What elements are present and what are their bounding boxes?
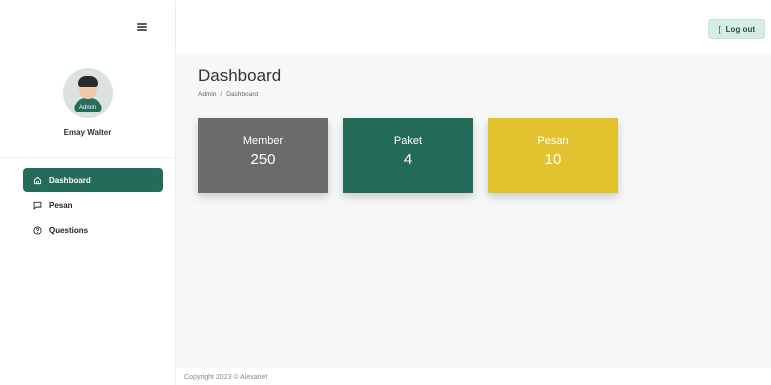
message-icon bbox=[32, 200, 42, 210]
card-label: Member bbox=[242, 135, 284, 147]
avatar[interactable]: Admin bbox=[62, 68, 113, 118]
page-title: Dashboard bbox=[198, 66, 282, 85]
member-stat-card[interactable]: Member 250 bbox=[198, 118, 328, 193]
sidebar-header bbox=[0, 0, 175, 54]
copyright-text: Copyright 2023 © Alexanet bbox=[184, 374, 268, 381]
breadcrumb-current: Dashboard bbox=[226, 91, 259, 98]
card-value: 10 bbox=[544, 151, 562, 168]
topbar: [ Log out bbox=[176, 0, 771, 54]
card-value: 4 bbox=[403, 151, 413, 168]
main-content: Dashboard Admin / Dashboard Member 250 Pak… bbox=[176, 54, 771, 368]
sidebar-nav: Dashboard Pesan Questions bbox=[0, 158, 175, 242]
footer: Copyright 2023 © Alexanet bbox=[176, 368, 771, 385]
card-label: Pesan bbox=[537, 135, 569, 147]
role-badge: Admin bbox=[73, 104, 102, 112]
home-icon bbox=[32, 175, 42, 185]
paket-stat-card[interactable]: Paket 4 bbox=[343, 118, 473, 193]
breadcrumb-separator: / bbox=[220, 91, 223, 98]
sidebar-item-dashboard[interactable]: Dashboard bbox=[23, 168, 163, 192]
sidebar-item-pesan[interactable]: Pesan bbox=[23, 193, 163, 217]
breadcrumb-admin[interactable]: Admin bbox=[198, 91, 216, 98]
sidebar: Admin Emay Walter Dashboard Pesan Questi… bbox=[0, 0, 176, 385]
logout-icon: [ bbox=[718, 24, 721, 34]
hamburger-icon[interactable] bbox=[137, 23, 147, 31]
sidebar-item-questions[interactable]: Questions bbox=[23, 218, 163, 242]
logout-button[interactable]: [ Log out bbox=[708, 19, 765, 39]
breadcrumb: Admin / Dashboard bbox=[198, 91, 258, 98]
sidebar-item-label: Questions bbox=[49, 225, 89, 235]
pesan-stat-card[interactable]: Pesan 10 bbox=[488, 118, 618, 193]
sidebar-item-label: Dashboard bbox=[49, 175, 91, 185]
profile-section: Admin Emay Walter bbox=[0, 54, 175, 158]
logout-label: Log out bbox=[725, 24, 755, 34]
card-value: 250 bbox=[250, 151, 276, 168]
help-circle-icon bbox=[32, 225, 42, 235]
sidebar-item-label: Pesan bbox=[49, 200, 73, 210]
profile-name: Emay Walter bbox=[63, 128, 112, 137]
card-label: Paket bbox=[393, 135, 423, 147]
